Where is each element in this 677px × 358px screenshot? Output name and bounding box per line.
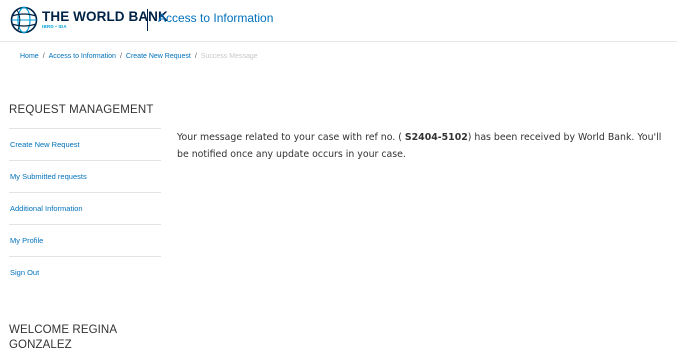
success-message: Your message related to your case with r…	[177, 129, 672, 163]
breadcrumb: Home / Access to Information / Create New Re…	[20, 53, 258, 60]
breadcrumb-create-new-request[interactable]: Create New Request	[126, 53, 191, 60]
breadcrumb-home[interactable]: Home	[20, 53, 39, 60]
sidebar-item-my-profile[interactable]: My Profile	[9, 224, 161, 256]
sidebar-item-my-submitted-requests[interactable]: My Submitted requests	[9, 160, 161, 192]
logo-subtitle: IBRD • IDA	[42, 24, 67, 29]
world-bank-globe-icon[interactable]	[10, 6, 38, 34]
sidebar-title: REQUEST MANAGEMENT	[9, 104, 154, 116]
success-message-text-before: Your message related to your case with r…	[177, 132, 405, 143]
breadcrumb-separator: /	[194, 53, 197, 60]
welcome-message: WELCOME REGINA GONZALEZ	[9, 324, 117, 351]
sidebar-item-create-new-request[interactable]: Create New Request	[9, 128, 161, 160]
logo-wordmark[interactable]: THE WORLD BANK	[42, 9, 168, 24]
breadcrumb-access-to-information[interactable]: Access to Information	[49, 53, 116, 60]
header-divider	[147, 9, 148, 31]
breadcrumb-separator: /	[42, 53, 45, 60]
sidebar-item-sign-out[interactable]: Sign Out	[9, 256, 161, 288]
breadcrumb-current-page: Success Message	[200, 53, 258, 60]
case-reference-number: S2404-5102	[404, 132, 468, 143]
site-header: THE WORLD BANK IBRD • IDA Access to Info…	[0, 0, 677, 42]
sidebar-nav: Create New Request My Submitted requests…	[9, 128, 161, 288]
sidebar-item-additional-information[interactable]: Additional Information	[9, 192, 161, 224]
breadcrumb-separator: /	[119, 53, 122, 60]
site-title-link[interactable]: Access to Information	[158, 11, 273, 25]
